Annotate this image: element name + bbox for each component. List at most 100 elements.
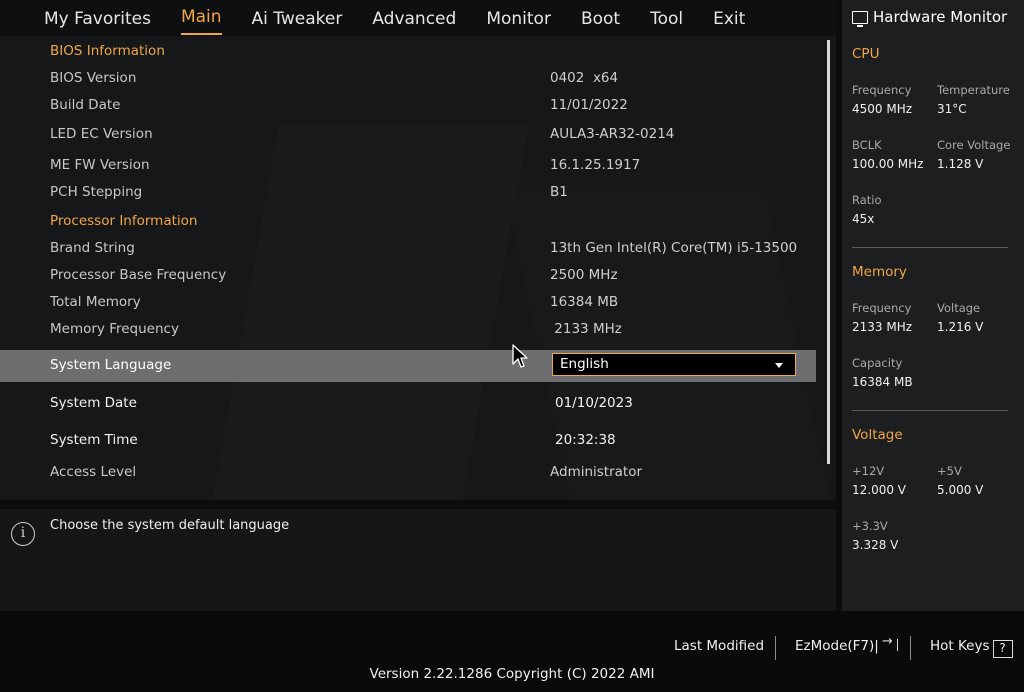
row-system-language[interactable]: System Language English (0, 350, 816, 382)
access-level-value: Administrator (550, 464, 643, 480)
tab-ai-tweaker[interactable]: Ai Tweaker (252, 0, 343, 36)
main-menu: My Favorites Main Ai Tweaker Advanced Mo… (44, 0, 775, 36)
row-processor-base-frequency: Processor Base Frequency 2500 MHz (0, 262, 816, 289)
system-time-label: System Time (50, 432, 138, 448)
access-level-label: Access Level (50, 464, 137, 480)
v5-value: 5.000 V (937, 483, 984, 497)
row-pch-stepping: PCH Stepping B1 (0, 179, 816, 206)
tab-exit[interactable]: Exit (713, 0, 745, 36)
memory-frequency-label: Memory Frequency (50, 321, 179, 337)
cpu-heading: CPU (852, 46, 880, 62)
row-memory-frequency: Memory Frequency 2133 MHz (0, 316, 816, 343)
cpu-temperature-value: 31°C (937, 102, 967, 116)
total-memory-label: Total Memory (50, 294, 141, 310)
system-date-label: System Date (50, 395, 137, 411)
memory-voltage-label: Voltage (937, 301, 981, 315)
row-led-ec-version: LED EC Version AULA3-AR32-0214 (0, 121, 816, 148)
row-brand-string: Brand String 13th Gen Intel(R) Core(TM) … (0, 235, 816, 262)
memory-frequency-value: 2133 MHz (550, 321, 622, 337)
build-date-label: Build Date (50, 97, 121, 113)
divider (852, 247, 1008, 248)
memory-capacity-label: Capacity (852, 356, 903, 370)
system-language-label: System Language (50, 357, 172, 373)
voltage-heading: Voltage (852, 427, 903, 443)
divider (910, 636, 911, 660)
tab-tool[interactable]: Tool (650, 0, 683, 36)
row-bios-version: BIOS Version 0402 x64 (0, 65, 816, 92)
v33-label: +3.3V (852, 519, 888, 533)
ezmode-label: EzMode(F7)| (795, 638, 879, 654)
tab-advanced[interactable]: Advanced (372, 0, 456, 36)
bclk-value: 100.00 MHz (852, 157, 924, 171)
scrollbar[interactable] (827, 40, 830, 464)
row-build-date: Build Date 11/01/2022 (0, 92, 816, 119)
top-menu-bar: My Favorites Main Ai Tweaker Advanced Mo… (0, 0, 836, 36)
ratio-value: 45x (852, 212, 875, 226)
bios-version-value: 0402 x64 (550, 70, 619, 86)
row-me-fw-version: ME FW Version 16.1.25.1917 (0, 152, 816, 179)
section-heading: Processor Information (50, 213, 198, 229)
divider (775, 636, 776, 660)
section-processor-information: Processor Information (0, 208, 816, 235)
divider (852, 410, 1008, 411)
pch-stepping-label: PCH Stepping (50, 184, 143, 200)
system-language-value: English (560, 356, 609, 372)
core-voltage-label: Core Voltage (937, 138, 1011, 152)
led-ec-version-label: LED EC Version (50, 126, 153, 142)
mouse-pointer-icon (512, 344, 528, 368)
base-frequency-value: 2500 MHz (550, 267, 618, 283)
cpu-frequency-value: 4500 MHz (852, 102, 913, 116)
monitor-icon (852, 10, 868, 27)
hardware-monitor-title-text: Hardware Monitor (873, 8, 1008, 26)
footer-bar: Last Modified EzMode(F7)| Hot Keys? Vers… (0, 611, 1024, 692)
build-date-value: 11/01/2022 (550, 97, 628, 113)
brand-string-label: Brand String (50, 240, 135, 256)
tab-main[interactable]: Main (180, 0, 222, 35)
memory-capacity-value: 16384 MB (852, 375, 913, 389)
v12-label: +12V (852, 464, 885, 478)
memory-frequency-label: Frequency (852, 301, 912, 315)
main-settings-panel: BIOS Information BIOS Version 0402 x64 B… (0, 36, 836, 500)
v5-label: +5V (937, 464, 962, 478)
system-language-select[interactable]: English (552, 353, 796, 376)
section-heading: BIOS Information (50, 43, 165, 59)
core-voltage-value: 1.128 V (937, 157, 984, 171)
base-frequency-label: Processor Base Frequency (50, 267, 227, 283)
v33-value: 3.328 V (852, 538, 899, 552)
tab-monitor[interactable]: Monitor (486, 0, 551, 36)
tab-my-favorites[interactable]: My Favorites (44, 0, 151, 36)
me-fw-version-label: ME FW Version (50, 157, 150, 173)
bios-version-label: BIOS Version (50, 70, 137, 86)
last-modified-button[interactable]: Last Modified (674, 638, 764, 654)
hardware-monitor-title: Hardware Monitor (852, 8, 1008, 27)
cpu-frequency-label: Frequency (852, 83, 912, 97)
system-time-field[interactable]: 20:32:38 (555, 427, 616, 454)
tab-boot[interactable]: Boot (581, 0, 620, 36)
row-system-time[interactable]: System Time 20:32:38 (0, 427, 816, 454)
bclk-label: BCLK (852, 138, 882, 152)
row-total-memory: Total Memory 16384 MB (0, 289, 816, 316)
question-mark-icon: ? (992, 640, 1013, 658)
ezmode-button[interactable]: EzMode(F7)| (795, 634, 898, 654)
memory-voltage-value: 1.216 V (937, 320, 984, 334)
help-panel: i Choose the system default language (0, 509, 836, 611)
system-date-field[interactable]: 01/10/2023 (555, 390, 633, 417)
version-text: Version 2.22.1286 Copyright (C) 2022 AMI (369, 666, 655, 682)
hot-keys-label: Hot Keys (930, 638, 990, 654)
chevron-down-icon (775, 363, 783, 368)
total-memory-value: 16384 MB (550, 294, 619, 310)
pch-stepping-value: B1 (550, 184, 568, 200)
v12-value: 12.000 V (852, 483, 907, 497)
me-fw-version-value: 16.1.25.1917 (550, 157, 641, 173)
row-system-date[interactable]: System Date 01/10/2023 (0, 390, 816, 417)
led-ec-version-value: AULA3-AR32-0214 (550, 126, 675, 142)
ratio-label: Ratio (852, 193, 882, 207)
exit-arrow-icon (882, 634, 898, 651)
row-access-level: Access Level Administrator (0, 459, 816, 486)
hot-keys-button[interactable]: Hot Keys? (930, 638, 1013, 658)
hardware-monitor-panel: Hardware Monitor CPU Frequency 4500 MHz … (842, 0, 1024, 611)
brand-string-value: 13th Gen Intel(R) Core(TM) i5-13500 (550, 240, 798, 256)
cpu-temperature-label: Temperature (937, 83, 1010, 97)
memory-heading: Memory (852, 264, 907, 280)
section-bios-information: BIOS Information (0, 38, 816, 65)
